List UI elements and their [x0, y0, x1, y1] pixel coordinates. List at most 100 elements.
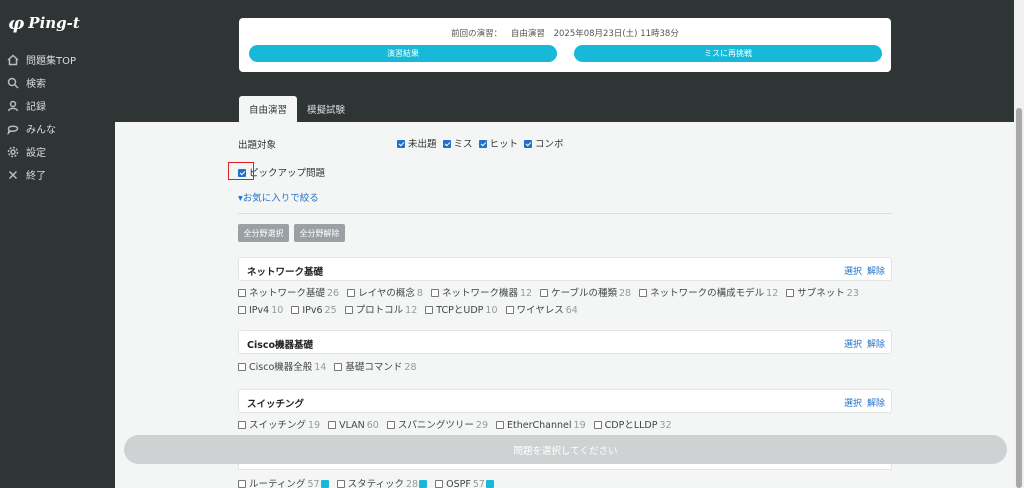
subject-item[interactable]: VLAN 60 — [328, 420, 379, 431]
subject-item[interactable]: EtherChannel 19 — [496, 420, 586, 431]
subject-count: 64 — [565, 305, 578, 316]
category-actions: 選択 解除 — [839, 264, 885, 277]
mode-tabs: 自由演習 模擬試験 — [239, 96, 355, 122]
subject-item[interactable]: ワイヤレス 64 — [505, 305, 578, 316]
sidebar: φ Ping-t 問題集TOP 検索 記録 みんな 設定 終了 — [0, 0, 115, 488]
checkbox-icon[interactable] — [639, 289, 648, 297]
home-icon — [6, 53, 20, 67]
category-select-link[interactable]: 選択 — [844, 399, 862, 409]
category-clear-link[interactable]: 解除 — [867, 340, 885, 350]
clear-all-button[interactable]: 全分野解除 — [294, 224, 345, 242]
checkbox-icon[interactable] — [238, 480, 246, 488]
checkbox-icon[interactable] — [524, 140, 533, 148]
checkbox-icon[interactable] — [238, 289, 246, 297]
last-session-info: 前回の演習： 自由演習 2025年08月23日(土) 11時38分 — [239, 27, 891, 39]
result-button[interactable]: 演習結果 — [249, 45, 557, 62]
tab-free-practice[interactable]: 自由演習 — [239, 96, 298, 122]
favorite-filter-toggle[interactable]: ▾お気に入りで絞る — [238, 190, 319, 204]
subject-item[interactable]: プロトコル 12 — [344, 305, 417, 316]
target-checkboxes: 未出題 ミス ヒット コンボ — [397, 136, 564, 150]
checkbox-icon[interactable] — [786, 289, 795, 297]
logo[interactable]: φ Ping-t — [8, 12, 80, 34]
tab-mock-exam[interactable]: 模擬試験 — [297, 96, 355, 122]
sidebar-item-label: 記録 — [26, 102, 46, 113]
subject-item[interactable]: Cisco機器全般 14 — [238, 362, 326, 373]
category-clear-link[interactable]: 解除 — [867, 399, 885, 409]
checkbox-icon[interactable] — [336, 480, 345, 488]
subject-item[interactable]: TCPとUDP 10 — [425, 305, 498, 316]
subject-item[interactable]: スイッチング 19 — [238, 420, 320, 431]
select-all-button[interactable]: 全分野選択 — [238, 224, 289, 242]
checkbox-icon[interactable] — [540, 289, 549, 297]
subject-item[interactable]: OSPF 57 — [435, 479, 494, 488]
subject-item[interactable]: 基礎コマンド 28 — [334, 362, 417, 373]
highlight-box — [228, 162, 254, 180]
subject-item[interactable]: レイヤの概念 8 — [347, 288, 423, 299]
subject-name: プロトコル — [355, 305, 404, 316]
checkbox-icon[interactable] — [328, 421, 337, 429]
subject-item[interactable]: スタティック 28 — [336, 479, 428, 488]
checkbox-icon[interactable] — [496, 421, 505, 429]
subject-name: サブネット — [797, 288, 845, 299]
subject-item[interactable]: ネットワーク機器 12 — [430, 288, 532, 299]
checkbox-icon[interactable] — [435, 480, 444, 488]
last-session-label: 前回の演習： — [451, 29, 503, 39]
category-clear-link[interactable]: 解除 — [867, 267, 885, 277]
subject-row: IPv4 10 IPv6 25 プロトコル 12 TCPとUDP 10 ワイヤレス 64 — [238, 302, 583, 316]
subject-item[interactable]: IPv4 10 — [238, 305, 283, 316]
target-hit[interactable]: ヒット — [478, 136, 518, 150]
target-unanswered[interactable]: 未出題 — [397, 136, 437, 150]
sidebar-item-settings[interactable]: 設定 — [0, 140, 115, 163]
subject-item[interactable]: スパニングツリー 29 — [386, 420, 488, 431]
checkbox-icon[interactable] — [334, 363, 343, 371]
sidebar-item-search[interactable]: 検索 — [0, 71, 115, 94]
target-miss[interactable]: ミス — [442, 136, 473, 150]
sidebar-item-exit[interactable]: 終了 — [0, 163, 115, 186]
scrollbar-thumb[interactable] — [1016, 108, 1022, 488]
checkbox-icon[interactable] — [442, 140, 451, 148]
subject-item[interactable]: ネットワーク基礎 26 — [238, 288, 339, 299]
checkbox-icon[interactable] — [505, 306, 514, 314]
checkbox-icon[interactable] — [238, 306, 246, 314]
subject-count: 8 — [416, 288, 423, 299]
checkbox-icon[interactable] — [397, 140, 405, 148]
subject-row: Cisco機器全般 14 基礎コマンド 28 — [238, 359, 422, 373]
subject-item[interactable]: ネットワークの構成モデル 12 — [639, 288, 778, 299]
category-select-link[interactable]: 選択 — [844, 340, 862, 350]
target-combo[interactable]: コンボ — [524, 136, 564, 150]
new-badge-icon — [485, 480, 494, 488]
checkbox-icon[interactable] — [291, 306, 300, 314]
subject-item[interactable]: ルーティング 57 — [238, 479, 329, 488]
category-select-link[interactable]: 選択 — [844, 267, 862, 277]
checkbox-icon[interactable] — [425, 306, 434, 314]
category-header: ネットワーク基礎 選択 解除 — [238, 257, 892, 281]
chat-icon — [6, 122, 20, 136]
checkbox-icon[interactable] — [238, 363, 246, 371]
subject-name: ネットワーク機器 — [441, 288, 518, 299]
checkbox-icon[interactable] — [478, 140, 487, 148]
checkbox-icon[interactable] — [238, 421, 246, 429]
sidebar-item-top[interactable]: 問題集TOP — [0, 48, 115, 71]
retry-miss-button[interactable]: ミスに再挑戦 — [574, 45, 882, 62]
search-icon — [6, 76, 20, 90]
checkbox-icon[interactable] — [430, 289, 439, 297]
start-button[interactable]: 問題を選択してください — [124, 435, 1007, 464]
checkbox-icon[interactable] — [593, 421, 602, 429]
scrollbar[interactable] — [1014, 0, 1024, 488]
subject-count: 28 — [404, 362, 417, 373]
last-session-card: 前回の演習： 自由演習 2025年08月23日(土) 11時38分 演習結果 ミ… — [239, 18, 891, 72]
subject-item[interactable]: IPv6 25 — [291, 305, 337, 316]
subject-item[interactable]: CDPとLLDP 32 — [593, 420, 672, 431]
checkbox-icon[interactable] — [386, 421, 395, 429]
sidebar-item-records[interactable]: 記録 — [0, 94, 115, 117]
checkbox-icon[interactable] — [347, 289, 356, 297]
logo-text: Ping-t — [28, 14, 80, 32]
sidebar-item-community[interactable]: みんな — [0, 117, 115, 140]
subject-count: 28 — [619, 288, 632, 299]
subject-name: スタティック — [347, 479, 404, 488]
subject-item[interactable]: ケーブルの種類 28 — [540, 288, 631, 299]
subject-item[interactable]: サブネット 23 — [786, 288, 859, 299]
checkbox-icon[interactable] — [344, 306, 353, 314]
last-session-datetime: 2025年08月23日(土) 11時38分 — [553, 29, 679, 39]
subject-row: ネットワーク基礎 26 レイヤの概念 8 ネットワーク機器 12 ケーブルの種類 28 … — [238, 285, 864, 299]
